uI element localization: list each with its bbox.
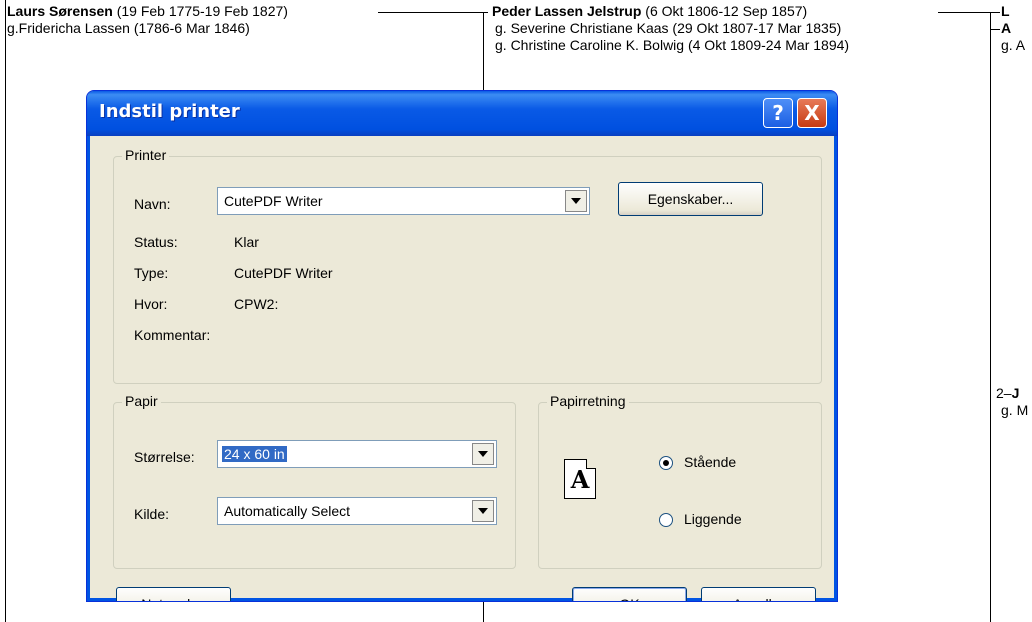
- paper-size-value: 24 x 60 in: [222, 446, 287, 462]
- cancel-button[interactable]: Annuller: [701, 587, 816, 601]
- chevron-down-icon[interactable]: [472, 500, 494, 522]
- tree-line-outer: [5, 0, 6, 622]
- tree-line-right: [990, 12, 991, 622]
- comment-label: Kommentar:: [134, 327, 211, 343]
- paper-group: Papir: [113, 393, 516, 569]
- printer-group-label: Printer: [122, 147, 170, 163]
- paper-source-select[interactable]: Automatically Select: [217, 497, 497, 525]
- right-spouse-a: g. A: [1001, 37, 1026, 53]
- paper-size-select[interactable]: 24 x 60 in: [217, 440, 497, 468]
- dialog-client-area: Printer Navn: CutePDF Writer Egenskaber.…: [90, 136, 834, 601]
- help-icon: ?: [772, 101, 784, 125]
- status-value: Klar: [234, 234, 259, 250]
- paper-source-label: Kilde:: [134, 506, 170, 522]
- connector-line: [378, 12, 488, 13]
- status-label: Status:: [134, 234, 178, 250]
- type-value: CutePDF Writer: [234, 265, 333, 281]
- chevron-down-icon[interactable]: [472, 443, 494, 465]
- printer-name-select[interactable]: CutePDF Writer: [217, 187, 590, 215]
- spouse-christine: g. Christine Caroline K. Bolwig (4 Okt 1…: [495, 37, 850, 53]
- portrait-radio[interactable]: [659, 456, 673, 470]
- dialog-title: Indstil printer: [99, 101, 240, 122]
- person-peder: Peder Lassen Jelstrup (6 Okt 1806-12 Sep…: [492, 3, 808, 19]
- right-spouse-m: g. M: [1001, 402, 1029, 418]
- portrait-orientation-icon: A: [564, 459, 596, 499]
- paper-source-value: Automatically Select: [224, 503, 351, 519]
- printer-setup-dialog: Indstil printer ? X Printer Navn: CutePD…: [86, 90, 838, 602]
- properties-button[interactable]: Egenskaber...: [618, 182, 763, 216]
- spouse-severine: g. Severine Christiane Kaas (29 Okt 1807…: [495, 20, 842, 36]
- close-icon: X: [804, 101, 820, 125]
- close-button[interactable]: X: [797, 98, 827, 128]
- paper-size-label: Størrelse:: [134, 449, 195, 465]
- person-laurs: Laurs Sørensen (19 Feb 1775-19 Feb 1827): [7, 3, 288, 19]
- paper-group-label: Papir: [122, 393, 161, 409]
- right-person-l: L: [1001, 3, 1010, 19]
- connector-line: [938, 12, 990, 13]
- right-person-j: 2–J: [996, 385, 1020, 401]
- network-button[interactable]: Netværk...: [116, 587, 231, 601]
- connector-line: [990, 12, 1000, 13]
- dialog-titlebar[interactable]: Indstil printer ? X: [87, 91, 837, 136]
- where-value: CPW2:: [234, 296, 279, 312]
- portrait-label[interactable]: Stående: [684, 454, 736, 470]
- help-button[interactable]: ?: [763, 98, 793, 128]
- landscape-label[interactable]: Liggende: [684, 511, 742, 527]
- ok-button[interactable]: OK: [572, 587, 687, 601]
- chevron-down-icon[interactable]: [565, 190, 587, 212]
- connector-line: [990, 29, 1000, 30]
- printer-name-label: Navn:: [134, 196, 171, 212]
- orientation-group-label: Papirretning: [547, 393, 629, 409]
- printer-name-value: CutePDF Writer: [224, 193, 323, 209]
- right-person-a: A: [1001, 20, 1012, 36]
- where-label: Hvor:: [134, 296, 168, 312]
- type-label: Type:: [134, 265, 169, 281]
- spouse-fridericha: g.Fridericha Lassen (1786-6 Mar 1846): [7, 20, 250, 36]
- landscape-radio[interactable]: [659, 513, 673, 527]
